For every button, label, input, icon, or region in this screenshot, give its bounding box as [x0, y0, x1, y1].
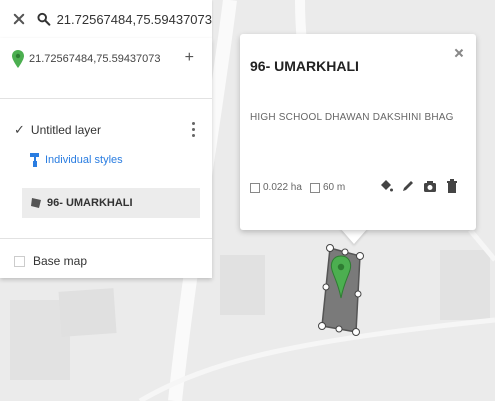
camera-icon[interactable]: [422, 177, 438, 195]
feature-label: 96- UMARKHALI: [47, 197, 133, 209]
popup-description: HIGH SCHOOL DHAWAN DAKSHINI BHAG: [250, 112, 454, 123]
map-pin-icon: [12, 50, 24, 68]
close-icon[interactable]: [454, 48, 464, 58]
popup-pointer: [340, 228, 368, 244]
basemap-row[interactable]: Base map: [14, 254, 87, 268]
feature-info-popup: 96- UMARKHALI HIGH SCHOOL DHAWAN DAKSHIN…: [240, 34, 476, 230]
popup-actions: [372, 177, 460, 195]
divider: [0, 238, 212, 239]
search-input[interactable]: 21.72567484,75.59437073: [57, 12, 212, 27]
popup-measurements: 0.022 ha 60 m: [250, 182, 345, 193]
layer-header[interactable]: ✓ Untitled layer: [14, 122, 101, 138]
layers-panel: 21.72567484,75.59437073 + ✓ Untitled lay…: [0, 38, 212, 278]
more-vert-icon[interactable]: [192, 120, 196, 140]
popup-title: 96- UMARKHALI: [250, 58, 359, 74]
trash-icon[interactable]: [444, 177, 460, 195]
coordinate-text: 21.72567484,75.59437073: [29, 53, 161, 65]
search-bar: 21.72567484,75.59437073: [0, 0, 212, 38]
pencil-icon[interactable]: [400, 177, 416, 195]
individual-styles-link[interactable]: Individual styles: [30, 153, 123, 167]
paint-bucket-icon[interactable]: [378, 177, 394, 195]
paint-roller-icon: [30, 153, 39, 167]
area-icon: [250, 182, 260, 193]
add-to-map-button[interactable]: +: [185, 49, 194, 67]
layer-name[interactable]: Untitled layer: [31, 123, 101, 137]
polygon-icon: [31, 198, 41, 208]
area-value: 0.022 ha: [263, 182, 302, 193]
divider: [0, 98, 212, 99]
basemap-checkbox[interactable]: [14, 255, 25, 267]
close-icon[interactable]: [12, 12, 25, 26]
feature-list-item[interactable]: 96- UMARKHALI: [22, 188, 200, 218]
basemap-label[interactable]: Base map: [33, 254, 87, 268]
layer-visibility-checkbox[interactable]: ✓: [14, 122, 25, 138]
coordinate-result-row[interactable]: 21.72567484,75.59437073 +: [0, 42, 212, 76]
perimeter-value: 60 m: [322, 182, 346, 193]
individual-styles-label[interactable]: Individual styles: [45, 154, 123, 166]
search-icon[interactable]: [37, 12, 51, 26]
perimeter-icon: [309, 182, 320, 193]
